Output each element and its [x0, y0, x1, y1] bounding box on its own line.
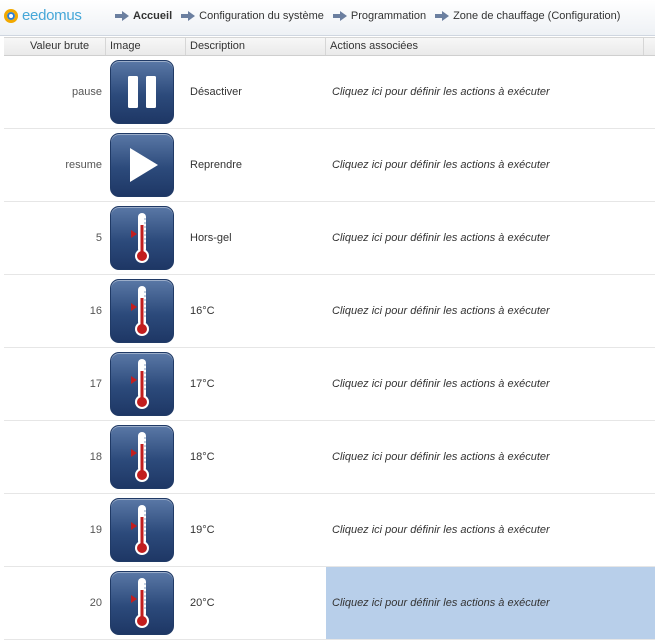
breadcrumb-item-configuration[interactable]: Configuration du système	[181, 10, 324, 22]
define-actions-link[interactable]: Cliquez ici pour définir les actions à e…	[326, 348, 655, 420]
column-header-image[interactable]: Image	[106, 38, 186, 55]
top-bar: eedomus Accueil Configuration du système…	[0, 0, 655, 36]
table-row[interactable]: 18 18°C Cliquez ici pour définir les actio…	[4, 421, 655, 494]
thermometer-icon[interactable]	[110, 279, 174, 343]
pause-icon[interactable]	[110, 60, 174, 124]
values-table: Valeur brute Image Description Actions a…	[4, 37, 655, 640]
breadcrumb-item-accueil[interactable]: Accueil	[115, 10, 172, 22]
description-cell: Hors-gel	[190, 232, 232, 244]
table-body: pause Désactiver Cliquez ici pour définir …	[4, 56, 655, 640]
breadcrumb-label: Programmation	[350, 10, 427, 22]
raw-value-cell: 19	[89, 524, 102, 536]
column-header-description[interactable]: Description	[186, 38, 326, 55]
table-row[interactable]: 17 17°C Cliquez ici pour définir les actio…	[4, 348, 655, 421]
image-cell	[106, 494, 186, 566]
description-cell: 18°C	[190, 451, 215, 463]
breadcrumb-item-zone-chauffage[interactable]: Zone de chauffage (Configuration)	[435, 10, 620, 22]
define-actions-link[interactable]: Cliquez ici pour définir les actions à e…	[326, 421, 655, 493]
define-actions-link[interactable]: Cliquez ici pour définir les actions à e…	[326, 567, 655, 639]
thermometer-icon[interactable]	[110, 352, 174, 416]
define-actions-link[interactable]: Cliquez ici pour définir les actions à e…	[326, 275, 655, 347]
raw-value-cell: 5	[95, 232, 102, 244]
description-cell: 16°C	[190, 305, 215, 317]
column-header-raw-value[interactable]: Valeur brute	[4, 38, 106, 55]
play-icon[interactable]	[110, 133, 174, 197]
breadcrumb-label: Accueil	[133, 10, 173, 22]
thermometer-icon[interactable]	[110, 206, 174, 270]
image-cell	[106, 275, 186, 347]
raw-value-cell: pause	[72, 86, 102, 98]
image-cell	[106, 421, 186, 493]
table-row[interactable]: resume Reprendre Cliquez ici pour définir …	[4, 129, 655, 202]
table-row[interactable]: 20 20°C Cliquez ici pour définir les actio…	[4, 567, 655, 640]
table-row[interactable]: 16 16°C Cliquez ici pour définir les actio…	[4, 275, 655, 348]
thermometer-icon[interactable]	[110, 498, 174, 562]
thermometer-icon[interactable]	[110, 571, 174, 635]
arrow-right-icon	[181, 11, 196, 21]
raw-value-cell: resume	[65, 159, 102, 171]
breadcrumb-label: Configuration du système	[199, 10, 324, 22]
description-cell: Reprendre	[190, 159, 242, 171]
thermometer-icon[interactable]	[110, 425, 174, 489]
table-row[interactable]: pause Désactiver Cliquez ici pour définir …	[4, 56, 655, 129]
table-row[interactable]: 19 19°C Cliquez ici pour définir les actio…	[4, 494, 655, 567]
column-header-actions[interactable]: Actions associées	[326, 38, 644, 55]
description-cell: 17°C	[190, 378, 215, 390]
eedomus-logo[interactable]: eedomus	[4, 7, 82, 24]
logo-ring-icon	[4, 8, 18, 23]
define-actions-link[interactable]: Cliquez ici pour définir les actions à e…	[326, 494, 655, 566]
image-cell	[106, 56, 186, 128]
image-cell	[106, 567, 186, 639]
image-cell	[106, 348, 186, 420]
breadcrumb-label: Zone de chauffage (Configuration)	[453, 10, 621, 22]
image-cell	[106, 129, 186, 201]
description-cell: 20°C	[190, 597, 215, 609]
description-cell: 19°C	[190, 524, 215, 536]
breadcrumb-item-programmation[interactable]: Programmation	[332, 10, 427, 22]
description-cell: Désactiver	[190, 86, 242, 98]
table-row[interactable]: 5 Hors-gel Cliquez ici pour définir les ac…	[4, 202, 655, 275]
arrow-right-icon	[332, 11, 347, 21]
arrow-right-icon	[435, 11, 450, 21]
image-cell	[106, 202, 186, 274]
define-actions-link[interactable]: Cliquez ici pour définir les actions à e…	[326, 129, 655, 201]
logo-text: eedomus	[22, 7, 82, 24]
arrow-right-icon	[115, 11, 129, 21]
table-header: Valeur brute Image Description Actions a…	[4, 37, 655, 56]
breadcrumb: Accueil Configuration du système Program…	[115, 10, 629, 22]
raw-value-cell: 17	[89, 378, 102, 390]
raw-value-cell: 20	[89, 597, 102, 609]
raw-value-cell: 18	[89, 451, 102, 463]
define-actions-link[interactable]: Cliquez ici pour définir les actions à e…	[326, 56, 655, 128]
define-actions-link[interactable]: Cliquez ici pour définir les actions à e…	[326, 202, 655, 274]
raw-value-cell: 16	[89, 305, 102, 317]
